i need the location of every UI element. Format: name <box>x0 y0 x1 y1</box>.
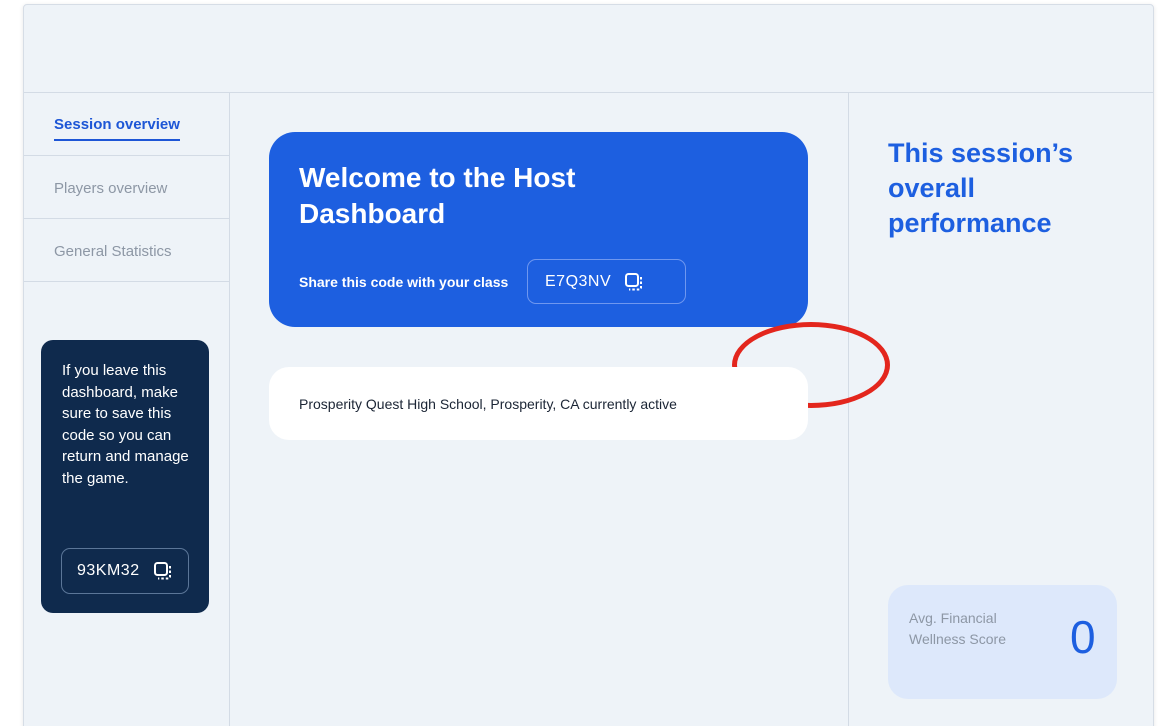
score-value: 0 <box>1070 611 1096 663</box>
sidebar: Session overview Players overview Genera… <box>24 93 230 726</box>
class-code-copy-button[interactable]: E7Q3NV <box>527 259 686 304</box>
sidebar-item-players-overview[interactable]: Players overview <box>24 156 230 219</box>
share-code-label: Share this code with your class <box>299 274 509 290</box>
copy-icon <box>153 562 171 580</box>
sidebar-item-label: General Statistics <box>54 243 172 260</box>
school-status-text: Prosperity Quest High School, Prosperity… <box>299 396 677 412</box>
top-bar <box>24 5 1153 93</box>
performance-panel: This session’s overall performance Avg. … <box>850 93 1153 726</box>
performance-title: This session’s overall performance <box>888 138 1074 238</box>
notice-text: If you leave this dashboard, make sure t… <box>62 362 189 487</box>
score-label: Avg. Financial Wellness Score <box>909 610 1007 647</box>
score-card: Avg. Financial Wellness Score 0 <box>888 585 1117 699</box>
school-status-card: Prosperity Quest High School, Prosperity… <box>269 367 808 440</box>
host-code-copy-button[interactable]: 93KM32 <box>61 548 189 594</box>
welcome-card: Welcome to the Host Dashboard Share this… <box>269 132 808 327</box>
copy-icon <box>625 272 643 290</box>
save-code-notice: If you leave this dashboard, make sure t… <box>41 340 209 613</box>
sidebar-item-session-overview[interactable]: Session overview <box>24 93 230 156</box>
class-code: E7Q3NV <box>545 272 612 290</box>
welcome-title: Welcome to the Host Dashboard <box>299 162 576 229</box>
sidebar-item-label: Session overview <box>54 116 180 141</box>
sidebar-item-general-statistics[interactable]: General Statistics <box>24 219 230 282</box>
sidebar-item-label: Players overview <box>54 180 168 197</box>
main-panel: Welcome to the Host Dashboard Share this… <box>230 93 890 726</box>
host-code: 93KM32 <box>77 562 140 579</box>
host-dashboard-window: Session overview Players overview Genera… <box>23 4 1154 726</box>
